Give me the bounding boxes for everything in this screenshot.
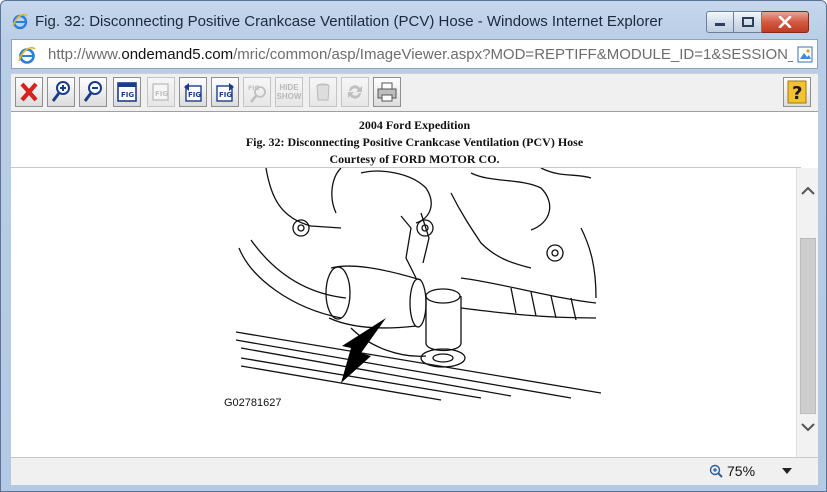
url-domain: ondemand5.com bbox=[121, 46, 234, 63]
red-x-icon bbox=[20, 82, 38, 102]
pcv-hose-diagram bbox=[235, 168, 601, 401]
title-bar[interactable]: Fig. 32: Disconnecting Positive Crankcas… bbox=[1, 1, 826, 39]
figure-header: 2004 Ford Expedition Fig. 32: Disconnect… bbox=[11, 117, 818, 168]
fig-icon: FIG bbox=[152, 83, 169, 101]
minimize-icon bbox=[715, 23, 725, 26]
zoom-in-icon bbox=[51, 81, 70, 102]
close-button[interactable] bbox=[762, 11, 809, 33]
scroll-down-icon[interactable] bbox=[799, 418, 817, 436]
svg-text:?: ? bbox=[792, 83, 802, 104]
vehicle-title: 2004 Ford Expedition bbox=[358, 118, 471, 132]
print-button[interactable] bbox=[373, 77, 401, 107]
help-button[interactable]: ? bbox=[783, 77, 811, 107]
viewer-toolbar: FIG FIG FIG FIG FIG HIDE SHOW ? bbox=[11, 73, 818, 111]
svg-text:FIG: FIG bbox=[155, 90, 168, 98]
delete-button[interactable] bbox=[309, 77, 337, 107]
find-fig-button[interactable]: FIG bbox=[243, 77, 271, 107]
refresh-icon bbox=[348, 85, 362, 99]
figure-caption: Fig. 32: Disconnecting Positive Crankcas… bbox=[245, 135, 584, 149]
help-question-icon: ? bbox=[787, 80, 807, 104]
document-viewport: 2004 Ford Expedition Fig. 32: Disconnect… bbox=[11, 111, 818, 457]
minimize-button[interactable] bbox=[706, 11, 734, 33]
ie-logo-icon bbox=[12, 13, 28, 30]
chevron-down-icon[interactable] bbox=[781, 467, 793, 475]
scroll-up-icon[interactable] bbox=[799, 182, 817, 200]
zoom-level[interactable]: 75% bbox=[727, 463, 755, 479]
url-text[interactable]: http://www.ondemand5.com/mric/common/asp… bbox=[48, 46, 793, 63]
url-prefix: http://www. bbox=[48, 46, 122, 63]
next-fig-button[interactable]: FIG bbox=[211, 77, 239, 107]
fig-prev-icon: FIG bbox=[184, 83, 202, 102]
scroll-thumb[interactable] bbox=[800, 238, 816, 414]
image-page-icon[interactable] bbox=[797, 46, 813, 63]
svg-text:FIG: FIG bbox=[121, 91, 134, 99]
fig-window-icon: FIG bbox=[117, 82, 137, 102]
window-title: Fig. 32: Disconnecting Positive Crankcas… bbox=[35, 13, 663, 30]
figure-code: G02781627 bbox=[224, 397, 282, 409]
zoom-magnifier-icon bbox=[709, 464, 723, 478]
maximize-button[interactable] bbox=[734, 11, 762, 33]
printer-icon bbox=[377, 82, 397, 102]
close-icon bbox=[778, 16, 792, 28]
refresh-button[interactable] bbox=[341, 77, 369, 107]
zoom-out-icon bbox=[83, 81, 102, 102]
vertical-scrollbar[interactable] bbox=[796, 168, 818, 457]
svg-text:FIG: FIG bbox=[219, 91, 232, 99]
browser-window: Fig. 32: Disconnecting Positive Crankcas… bbox=[0, 0, 827, 492]
fig-disabled-button[interactable]: FIG bbox=[147, 77, 175, 107]
zoom-in-button[interactable] bbox=[47, 77, 75, 107]
status-bar: 75% bbox=[11, 457, 818, 485]
svg-text:FIG: FIG bbox=[188, 91, 201, 99]
close-view-button[interactable] bbox=[15, 77, 43, 107]
maximize-icon bbox=[741, 17, 754, 27]
trash-icon bbox=[316, 83, 330, 101]
courtesy-line: Courtesy of FORD MOTOR CO. bbox=[329, 152, 500, 166]
previous-fig-button[interactable]: FIG bbox=[179, 77, 207, 107]
address-bar[interactable]: http://www.ondemand5.com/mric/common/asp… bbox=[11, 39, 818, 69]
fit-window-button[interactable]: FIG bbox=[113, 77, 141, 107]
zoom-out-button[interactable] bbox=[79, 77, 107, 107]
hide-show-label: HIDE SHOW bbox=[276, 83, 302, 101]
fig-next-icon: FIG bbox=[216, 83, 234, 102]
fig-search-icon: FIG bbox=[248, 85, 266, 103]
ie-page-icon bbox=[18, 46, 36, 64]
url-path: /mric/common/asp/ImageViewer.aspx?MOD=RE… bbox=[233, 46, 793, 63]
hide-show-button[interactable]: HIDE SHOW bbox=[275, 77, 303, 107]
